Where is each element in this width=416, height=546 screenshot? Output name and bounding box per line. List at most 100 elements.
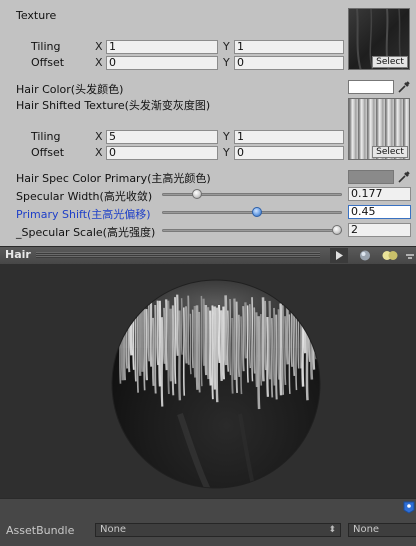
hair-strand xyxy=(261,297,265,382)
stripe xyxy=(361,99,363,159)
preview-title: Hair xyxy=(5,248,31,261)
hair-strand xyxy=(264,300,267,371)
hair-strand xyxy=(193,305,197,378)
specular-width-track[interactable] xyxy=(162,193,342,196)
hair-strand xyxy=(123,308,127,381)
hair-color-swatch[interactable] xyxy=(348,80,394,94)
hair-strand xyxy=(303,298,307,354)
variant-dropdown[interactable]: None xyxy=(348,523,416,537)
specular-width-thumb[interactable] xyxy=(192,189,203,199)
play-icon[interactable] xyxy=(330,248,348,263)
hair-strand xyxy=(129,298,133,356)
eyedropper-icon[interactable] xyxy=(397,80,411,94)
hair-strand xyxy=(277,309,280,380)
hair-strand xyxy=(145,309,148,381)
hair-strand xyxy=(312,308,316,370)
hair-strand xyxy=(180,298,183,355)
hair-strand xyxy=(259,314,263,386)
hair-strand xyxy=(272,307,276,386)
hair-strand xyxy=(147,297,150,362)
shift-texture-select-button[interactable]: Select xyxy=(372,146,408,158)
assetbundle-dropdown[interactable]: None ⬍ xyxy=(95,523,341,537)
sphere-icon[interactable] xyxy=(356,248,374,263)
hair-strand xyxy=(132,296,135,370)
shift-tiling-y-axis: Y xyxy=(223,130,230,143)
texture-tiling-x-field[interactable]: 1 xyxy=(106,40,218,54)
preview-drag-handle[interactable] xyxy=(36,252,320,258)
hair-strand xyxy=(266,316,270,397)
hair-strand xyxy=(200,295,203,387)
texture-offset-label: Offset xyxy=(31,56,65,69)
texture-offset-x-field[interactable]: 0 xyxy=(106,56,218,70)
assetbundle-dropdown-value: None xyxy=(100,524,127,535)
hair-strand xyxy=(182,307,186,396)
assetbundle-bar: AssetBundle None ⬍ None xyxy=(0,498,416,546)
shift-texture-thumbnail[interactable]: Select xyxy=(348,98,410,160)
hair-strand xyxy=(275,314,278,400)
tag-icon[interactable] xyxy=(401,500,416,514)
hair-strand xyxy=(209,310,212,386)
hair-strand xyxy=(187,295,190,365)
specular-scale-thumb[interactable] xyxy=(332,225,342,235)
hair-strand xyxy=(297,293,300,369)
hair-strand xyxy=(211,305,214,400)
hair-strand xyxy=(255,312,258,388)
stripe xyxy=(364,99,366,159)
texture-tiling-x-axis: X xyxy=(95,40,103,53)
hair-strand xyxy=(279,303,283,396)
hair-color-label: Hair Color(头发颜色) xyxy=(16,83,124,96)
shift-offset-y-field[interactable]: 0 xyxy=(234,146,344,160)
light-icon[interactable] xyxy=(380,248,400,263)
hair-strand xyxy=(251,297,254,382)
hair-strand xyxy=(217,304,221,364)
hair-strand xyxy=(253,307,256,374)
hair-strand xyxy=(174,297,177,384)
preview-header[interactable]: Hair xyxy=(0,246,416,265)
hair-strand xyxy=(158,300,162,387)
texture-select-button[interactable]: Select xyxy=(372,56,408,68)
shift-tiling-label: Tiling xyxy=(31,130,61,143)
hair-strand xyxy=(195,305,199,390)
shift-offset-x-field[interactable]: 0 xyxy=(106,146,218,160)
hair-strand xyxy=(134,304,137,382)
hair-strand xyxy=(178,310,182,401)
hair-strand xyxy=(295,308,298,391)
hair-strand xyxy=(138,307,142,376)
specular-scale-track[interactable] xyxy=(162,229,342,232)
hair-strand xyxy=(240,316,243,395)
primary-shift-field[interactable]: 0.45 xyxy=(348,205,411,219)
stripe xyxy=(352,99,354,159)
specular-scale-field[interactable]: 2 xyxy=(348,223,411,237)
hair-strand xyxy=(305,315,309,401)
material-preview[interactable] xyxy=(0,264,416,498)
hair-strand xyxy=(314,294,318,360)
hair-strand xyxy=(270,318,274,398)
texture-offset-y-field[interactable]: 0 xyxy=(234,56,344,70)
spec-color-label: Hair Spec Color Primary(主高光颜色) xyxy=(16,172,211,185)
specular-width-label: Specular Width(高光收敛) xyxy=(16,190,153,203)
texture-thumbnail[interactable]: Select xyxy=(348,8,410,70)
hair-strand xyxy=(189,313,192,375)
primary-shift-label: Primary Shift(主高光偏移) xyxy=(16,208,151,221)
spec-color-swatch[interactable] xyxy=(348,170,394,184)
primary-shift-thumb[interactable] xyxy=(252,207,263,217)
shift-texture-label: Hair Shifted Texture(头发渐变灰度图) xyxy=(16,99,211,112)
hair-strand xyxy=(281,305,285,395)
hair-strand xyxy=(292,300,296,376)
texture-tiling-y-field[interactable]: 1 xyxy=(234,40,344,54)
hair-strand xyxy=(169,308,173,382)
hair-strand xyxy=(154,304,157,394)
specular-width-field[interactable]: 0.177 xyxy=(348,187,411,201)
hair-strand xyxy=(301,304,305,387)
hair-strand xyxy=(233,298,237,380)
menu-icon[interactable] xyxy=(404,248,416,263)
texture-tiling-label: Tiling xyxy=(31,40,61,53)
hair-strand xyxy=(143,299,146,391)
hair-strand xyxy=(215,307,219,403)
hair-strand xyxy=(288,314,291,394)
eyedropper-icon[interactable] xyxy=(397,170,411,184)
shift-tiling-y-field[interactable]: 1 xyxy=(234,130,344,144)
hair-strand xyxy=(235,301,239,393)
shift-tiling-x-field[interactable]: 5 xyxy=(106,130,218,144)
hair-strand xyxy=(231,317,234,394)
